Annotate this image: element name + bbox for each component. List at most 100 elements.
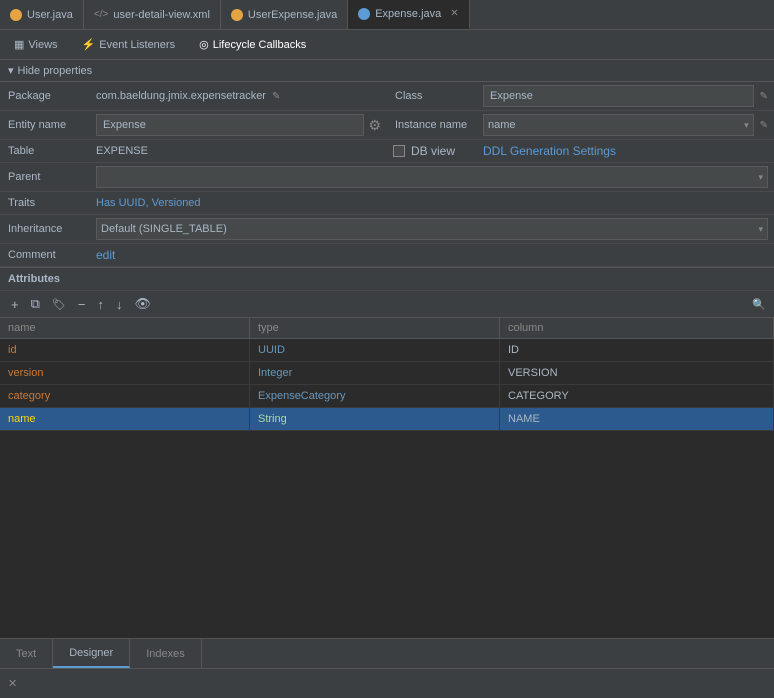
indexes-tab-label: Indexes [146, 648, 185, 660]
java-icon-2 [231, 9, 243, 21]
minus-button[interactable]: − [75, 296, 89, 313]
editor-toolbar: ▦ Views ⚡ Event Listeners ◎ Lifecycle Ca… [0, 30, 774, 60]
instance-edit-icon[interactable]: ✎ [760, 120, 768, 131]
table-row[interactable]: version Integer VERSION [0, 362, 774, 385]
tab-label: user-detail-view.xml [113, 9, 210, 21]
ddl-settings-link[interactable]: DDL Generation Settings [483, 144, 616, 158]
instance-name-value-cell: name ▾ ✎ [477, 111, 774, 140]
event-listeners-button[interactable]: ⚡ Event Listeners [76, 36, 182, 53]
parent-select[interactable]: ▾ [96, 166, 768, 188]
tab-label: Expense.java [375, 8, 441, 20]
properties-section: ▾ Hide properties Package com.baeldung.j… [0, 60, 774, 268]
add-attribute-button[interactable]: + [8, 296, 22, 313]
package-value-cell: com.baeldung.jmix.expensetracker ✎ [90, 82, 387, 111]
traits-label: Traits [0, 192, 90, 214]
entity-name-value-cell: ⚙ [90, 111, 387, 140]
attr-type-id: UUID [250, 339, 500, 361]
instance-name-label: Instance name [387, 111, 477, 140]
tab-label: UserExpense.java [248, 9, 337, 21]
class-input[interactable] [483, 85, 754, 107]
inheritance-chevron-icon: ▾ [758, 224, 763, 235]
move-up-button[interactable]: ↑ [94, 296, 107, 313]
attr-column-version: VERSION [500, 362, 774, 384]
class-edit-icon[interactable]: ✎ [760, 91, 768, 102]
parent-value-cell: ▾ [90, 163, 774, 191]
class-label: Class [387, 82, 477, 111]
tab-text[interactable]: Text [0, 639, 53, 668]
entity-name-input[interactable] [96, 114, 364, 136]
traits-row: Traits Has UUID, Versioned [0, 192, 774, 215]
attr-column-name: NAME [500, 408, 774, 430]
attr-name-id: id [0, 339, 250, 361]
traits-value-cell: Has UUID, Versioned [90, 192, 774, 214]
attr-type-category: ExpenseCategory [250, 385, 500, 407]
tab-user-java[interactable]: User.java [0, 0, 84, 29]
tab-user-detail-view-xml[interactable]: </> user-detail-view.xml [84, 0, 221, 29]
traits-value: Has UUID, Versioned [96, 197, 201, 209]
inheritance-select[interactable]: Default (SINGLE_TABLE) ▾ [96, 218, 768, 240]
instance-name-select[interactable]: name ▾ [483, 114, 754, 136]
designer-tab-label: Designer [69, 647, 113, 659]
attr-name-category: category [0, 385, 250, 407]
attributes-table: name type column id UUID ID version Inte… [0, 318, 774, 431]
parent-label: Parent [0, 163, 90, 191]
attributes-label: Attributes [8, 273, 60, 285]
tab-designer[interactable]: Designer [53, 639, 130, 668]
eye-button[interactable]: 👁 [131, 295, 154, 313]
java-icon [10, 9, 22, 21]
tab-expense-java[interactable]: Expense.java ✕ [348, 0, 469, 29]
hide-properties-toggle[interactable]: ▾ Hide properties [0, 60, 774, 82]
lifecycle-icon: ◎ [199, 38, 209, 51]
instance-chevron-icon: ▾ [744, 120, 749, 131]
db-view-checkbox[interactable] [393, 145, 405, 157]
lightning-icon: ⚡ [82, 38, 96, 51]
tab-close-button[interactable]: ✕ [450, 8, 458, 19]
views-button[interactable]: ▦ Views [8, 36, 64, 53]
inheritance-row: Inheritance Default (SINGLE_TABLE) ▾ [0, 215, 774, 244]
inheritance-value-cell: Default (SINGLE_TABLE) ▾ [90, 215, 774, 243]
tag-attribute-button[interactable]: 🏷 [49, 297, 69, 312]
attr-type-name: String [250, 408, 500, 430]
search-button[interactable]: 🔍 [752, 298, 766, 311]
table-label: Table [0, 140, 90, 163]
comment-edit-link[interactable]: edit [96, 248, 115, 262]
package-value: com.baeldung.jmix.expensetracker [96, 90, 266, 102]
instance-name-value: name [488, 119, 516, 131]
parent-row: Parent ▾ [0, 163, 774, 192]
parent-chevron-icon: ▾ [758, 172, 763, 183]
attr-name-name: name [0, 408, 250, 430]
chevron-icon: ▾ [8, 64, 14, 77]
ddl-cell: DDL Generation Settings [477, 140, 774, 163]
java-icon-3 [358, 8, 370, 20]
table-row-selected[interactable]: name String NAME [0, 408, 774, 431]
table-value-cell: EXPENSE [90, 140, 387, 163]
text-tab-label: Text [16, 648, 36, 660]
lifecycle-callbacks-label: Lifecycle Callbacks [213, 39, 307, 51]
copy-attribute-button[interactable]: ⧉ [28, 295, 43, 313]
lifecycle-callbacks-button[interactable]: ◎ Lifecycle Callbacks [193, 36, 312, 53]
attributes-header: Attributes [0, 268, 774, 291]
entity-settings-icon[interactable]: ⚙ [368, 117, 381, 134]
tab-indexes[interactable]: Indexes [130, 639, 202, 668]
inheritance-value: Default (SINGLE_TABLE) [101, 223, 227, 235]
attributes-toolbar: + ⧉ 🏷 − ↑ ↓ 👁 🔍 [0, 291, 774, 318]
attributes-table-header: name type column [0, 318, 774, 339]
views-icon: ▦ [14, 38, 24, 51]
comment-label: Comment [0, 244, 90, 266]
attr-column-id: ID [500, 339, 774, 361]
column-column-header: column [500, 318, 774, 338]
table-row[interactable]: id UUID ID [0, 339, 774, 362]
tab-label: User.java [27, 9, 73, 21]
attr-type-version: Integer [250, 362, 500, 384]
comment-row: Comment edit [0, 244, 774, 267]
comment-value-cell: edit [90, 244, 774, 266]
table-row[interactable]: category ExpenseCategory CATEGORY [0, 385, 774, 408]
event-listeners-label: Event Listeners [99, 39, 175, 51]
inheritance-label: Inheritance [0, 215, 90, 243]
move-down-button[interactable]: ↓ [113, 296, 126, 313]
dbview-cell: DB view [387, 140, 477, 163]
package-edit-icon[interactable]: ✎ [272, 91, 280, 102]
tab-userexpense-java[interactable]: UserExpense.java [221, 0, 348, 29]
close-status-button[interactable]: ✕ [8, 677, 17, 690]
attr-column-category: CATEGORY [500, 385, 774, 407]
